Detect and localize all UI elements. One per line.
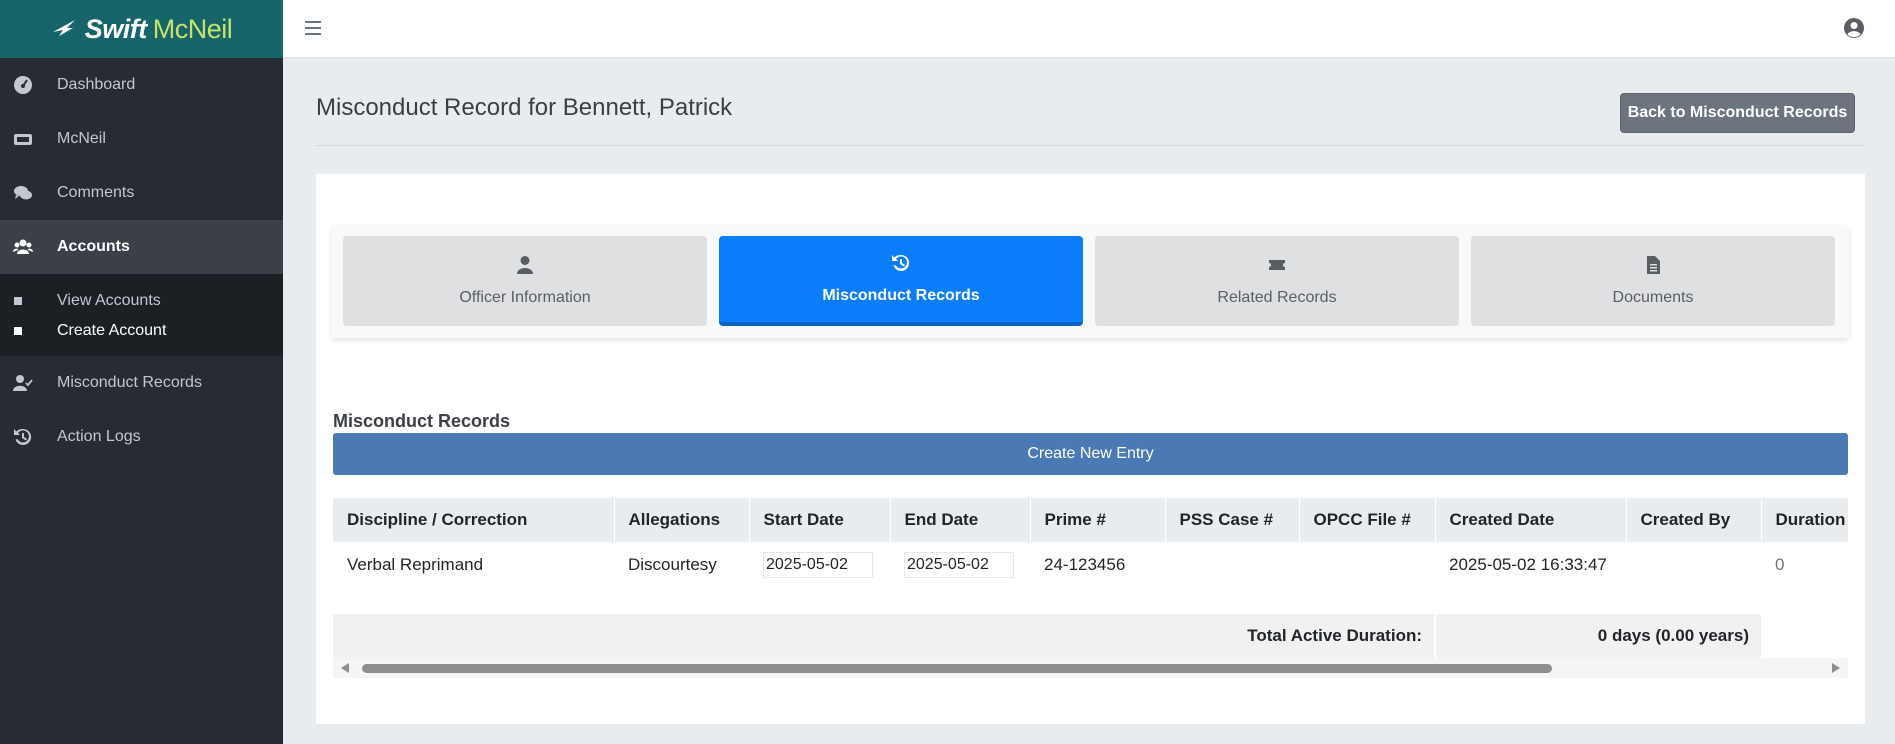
scroll-left-arrow-icon[interactable] bbox=[341, 663, 349, 673]
total-row: Total Active Duration: 0 days (0.00 year… bbox=[333, 614, 1848, 658]
sidebar-item-label: Accounts bbox=[57, 238, 130, 255]
table-row[interactable]: Verbal Reprimand Discourtesy 24-123456 2… bbox=[333, 542, 1848, 588]
scroll-right-arrow-icon[interactable] bbox=[1832, 663, 1840, 673]
tab-label: Officer Information bbox=[459, 289, 591, 306]
tab-officer-information[interactable]: Officer Information bbox=[343, 236, 707, 326]
prime-cell: 24-123456 bbox=[1044, 555, 1126, 574]
dashboard-gauge-icon bbox=[12, 74, 34, 96]
column-header[interactable]: Created Date bbox=[1435, 498, 1627, 542]
sidebar-item-action-logs[interactable]: Action Logs bbox=[0, 410, 283, 464]
misconduct-table: Discipline / Correction Allegations Star… bbox=[333, 498, 1848, 658]
tab-misconduct-records[interactable]: Misconduct Records bbox=[719, 236, 1083, 326]
brand-name: Swift McNeil bbox=[84, 13, 233, 44]
sidebar-subitem-label: View Accounts bbox=[57, 292, 161, 309]
tab-label: Documents bbox=[1612, 289, 1694, 306]
column-header[interactable]: Created By bbox=[1626, 498, 1762, 542]
content-card: Officer Information Misconduct Records R… bbox=[316, 174, 1865, 724]
brand-logo[interactable]: Swift McNeil bbox=[0, 0, 283, 58]
sidebar-item-label: Comments bbox=[57, 184, 135, 201]
sidebar-item-misconduct-records[interactable]: Misconduct Records bbox=[0, 356, 283, 410]
column-header[interactable]: PSS Case # bbox=[1165, 498, 1300, 542]
accounts-submenu: View Accounts Create Account bbox=[0, 274, 283, 356]
created-date-cell: 2025-05-02 16:33:47 bbox=[1449, 555, 1607, 574]
comments-icon bbox=[12, 182, 34, 204]
divider bbox=[316, 145, 1865, 146]
tab-label: Related Records bbox=[1217, 289, 1337, 306]
user-icon bbox=[515, 255, 535, 275]
total-active-duration-label: Total Active Duration: bbox=[1247, 626, 1422, 645]
sidebar-item-dashboard[interactable]: Dashboard bbox=[0, 58, 283, 112]
discipline-cell: Verbal Reprimand bbox=[347, 555, 484, 574]
topbar bbox=[283, 0, 1895, 58]
column-header[interactable]: Start Date bbox=[749, 498, 891, 542]
sidebar-item-comments[interactable]: Comments bbox=[0, 166, 283, 220]
end-date-cell bbox=[890, 542, 1030, 588]
column-header[interactable]: Duration bbox=[1761, 498, 1848, 542]
sidebar-item-label: Dashboard bbox=[57, 76, 136, 93]
sidebar-subitem-label: Create Account bbox=[57, 322, 167, 339]
scroll-thumb[interactable] bbox=[362, 664, 1552, 673]
section-title: Misconduct Records bbox=[333, 411, 511, 431]
pss-case-cell bbox=[1165, 542, 1299, 588]
tab-documents[interactable]: Documents bbox=[1471, 236, 1835, 326]
ticket-icon bbox=[1267, 255, 1287, 275]
start-date-input[interactable] bbox=[763, 552, 873, 578]
tab-label: Misconduct Records bbox=[822, 287, 980, 304]
column-header[interactable]: End Date bbox=[890, 498, 1031, 542]
sidebar-item-label: Misconduct Records bbox=[57, 374, 202, 391]
total-blank-cell bbox=[1761, 614, 1848, 658]
brand-accent: McNeil bbox=[152, 13, 233, 44]
total-active-duration-value: 0 days (0.00 years) bbox=[1434, 614, 1761, 658]
table-spacer bbox=[333, 588, 1848, 614]
tab-bar: Officer Information Misconduct Records R… bbox=[332, 226, 1849, 338]
history-icon bbox=[891, 253, 911, 273]
users-icon bbox=[12, 236, 34, 258]
sidebar-item-accounts[interactable]: Accounts bbox=[0, 220, 283, 274]
tab-related-records[interactable]: Related Records bbox=[1095, 236, 1459, 326]
hamburger-icon[interactable] bbox=[305, 21, 321, 35]
table-header-row: Discipline / Correction Allegations Star… bbox=[333, 498, 1848, 542]
start-date-cell bbox=[749, 542, 890, 588]
ticket-icon bbox=[12, 128, 34, 150]
sidebar-item-mcneil[interactable]: McNeil bbox=[0, 112, 283, 166]
sidebar-item-label: McNeil bbox=[57, 130, 106, 147]
column-header[interactable]: Discipline / Correction bbox=[333, 498, 615, 542]
misconduct-table-container: Discipline / Correction Allegations Star… bbox=[333, 498, 1848, 658]
create-new-entry-button[interactable]: Create New Entry bbox=[333, 433, 1848, 475]
user-circle-icon[interactable] bbox=[1843, 17, 1865, 39]
history-icon bbox=[12, 426, 34, 448]
column-header[interactable]: Prime # bbox=[1030, 498, 1166, 542]
duration-cell: 0 bbox=[1775, 555, 1785, 574]
sidebar: Swift McNeil Dashboard McNeil Comments Ac… bbox=[0, 0, 283, 744]
sidebar-item-label: Action Logs bbox=[57, 428, 141, 445]
end-date-input[interactable] bbox=[904, 552, 1014, 578]
file-icon bbox=[1643, 255, 1663, 275]
horizontal-scrollbar[interactable] bbox=[333, 658, 1848, 678]
swift-bird-icon bbox=[52, 20, 75, 36]
bullet-icon bbox=[14, 327, 22, 335]
allegations-cell: Discourtesy bbox=[628, 555, 717, 574]
opcc-file-cell bbox=[1299, 542, 1435, 588]
page-title: Misconduct Record for Bennett, Patrick bbox=[316, 94, 733, 121]
created-by-cell bbox=[1626, 542, 1761, 588]
column-header[interactable]: OPCC File # bbox=[1299, 498, 1436, 542]
sidebar-subitem-view-accounts[interactable]: View Accounts bbox=[0, 286, 283, 316]
bullet-icon bbox=[14, 297, 22, 305]
back-to-misconduct-records-button[interactable]: Back to Misconduct Records bbox=[1620, 93, 1855, 133]
sidebar-subitem-create-account[interactable]: Create Account bbox=[0, 316, 283, 346]
column-header[interactable]: Allegations bbox=[614, 498, 750, 542]
user-check-icon bbox=[12, 372, 34, 394]
